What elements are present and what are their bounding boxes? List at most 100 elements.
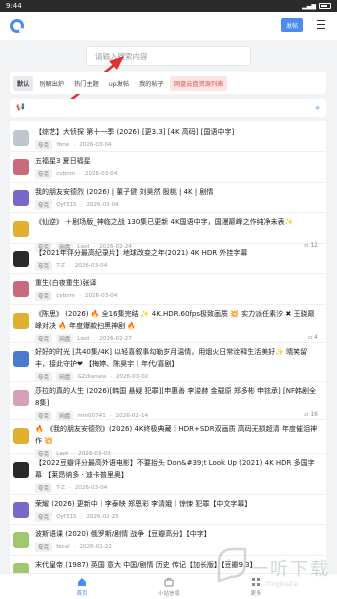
tab-new[interactable]: 别解出炉 <box>35 76 68 91</box>
post-title[interactable]: 重生(白夜重生)张译 <box>35 277 318 289</box>
post-tag[interactable]: 夸克 <box>35 261 53 271</box>
post-list: 【综艺】大侦探 第十一季 (2026) [更3.3] [4K 高码] [国语中字… <box>10 121 326 573</box>
avatar[interactable] <box>13 462 29 478</box>
notice-bar[interactable]: 📢 » <box>10 99 326 117</box>
post-author[interactable]: cvbnm <box>56 293 75 299</box>
post-title[interactable]: 五福星3 夏日福星 <box>35 155 318 167</box>
menu-icon[interactable] <box>317 20 325 29</box>
avatar[interactable] <box>13 532 29 548</box>
post-row[interactable]: 我的朋友安德烈 (2026) | 董子健 刘昊然 殷桃 | 4K | 剧情 夸克 Q… <box>10 184 326 213</box>
post-extra-tag[interactable]: 网盘 <box>56 372 74 382</box>
post-title[interactable]: 荣耀 (2026) 更新中｜李泰映 郑恩彩 李清娥｜惊悚 犯罪【中文字幕】 <box>35 498 318 510</box>
tab-default[interactable]: 默认 <box>13 75 34 91</box>
post-row[interactable]: 《仙逆》 ＋剧场版_神临之战 130集已更新 4K国语中字，国漫巅峰之作纯净未表… <box>10 214 326 252</box>
reply-count-value: 16 <box>310 411 318 418</box>
post-row[interactable]: 莎拉的真的人生 (2026)[韩国 悬疑 犯罪][申惠善 李浚赫 金载原 郑多彬… <box>10 383 326 421</box>
notice-more-icon[interactable]: » <box>315 103 320 112</box>
post-author[interactable]: cvbnm <box>56 171 75 177</box>
post-author[interactable]: Qyf315 <box>56 202 76 208</box>
post-title[interactable]: 波斯语课 (2020) 俄罗斯/剧情 战争【豆瓣高分】【中字】 <box>35 528 318 540</box>
post-button[interactable]: 发帖 <box>281 18 303 32</box>
avatar[interactable] <box>13 159 29 175</box>
avatar[interactable] <box>13 281 29 297</box>
nav-site-info[interactable]: 小站信息 <box>149 577 189 597</box>
post-meta: 夸克 Qyf315 · 2026-02-25 <box>35 512 119 522</box>
avatar[interactable] <box>13 251 29 267</box>
post-title[interactable]: 莎拉的真的人生 (2026)[韩国 悬疑 犯罪][申惠善 李浚赫 金载原 郑多彬… <box>35 385 318 409</box>
avatar[interactable] <box>13 563 29 573</box>
avatar[interactable] <box>13 390 29 406</box>
post-row[interactable]: 波斯语课 (2020) 俄罗斯/剧情 战争【豆瓣高分】【中字】 夸克 fecal · 2… <box>10 526 326 556</box>
post-author[interactable]: fecal <box>56 544 69 550</box>
post-row[interactable]: 【综艺】大侦探 第十一季 (2026) [更3.3] [4K 高码] [国语中字… <box>10 124 326 152</box>
post-row[interactable]: 重生(白夜重生)张译 夸克 cvbnm · 2026-03-04 <box>10 275 326 305</box>
post-title[interactable]: 【综艺】大侦探 第十一季 (2026) [更3.3] [4K 高码] [国语中字… <box>35 126 318 138</box>
post-author[interactable]: GZdianala <box>77 374 106 380</box>
nav-site-info-label: 小站信息 <box>157 591 180 597</box>
post-tag[interactable]: 夸克 <box>35 411 53 421</box>
comment-icon: ▫ <box>304 411 309 418</box>
post-title[interactable]: 我的朋友安德烈 (2026) | 董子健 刘昊然 殷桃 | 4K | 剧情 <box>35 186 318 198</box>
post-meta: 夸克 Qyf315 · 2026-03-04 <box>35 200 119 210</box>
post-tag[interactable]: 夸克 <box>35 372 53 382</box>
post-tag[interactable]: 夸克 <box>35 169 53 179</box>
post-row[interactable]: 【2021年评分最高纪录片】地球改变之年(2021) 4K HDR 外挂字幕 夸克… <box>10 245 326 274</box>
avatar[interactable] <box>13 428 29 444</box>
tab-my-posts[interactable]: 我的帖子 <box>135 76 168 91</box>
post-author[interactable]: T-Z <box>56 485 65 491</box>
avatar[interactable] <box>13 351 29 367</box>
post-tag[interactable]: 夸克 <box>35 200 53 210</box>
post-row[interactable]: 【2022豆瓣评分最高外语电影】不要抬头 Don&#39;t Look Up (… <box>10 455 326 495</box>
post-title[interactable]: 《陈思》 (2026) 🔥 全16集完结 ✨ 4K.HDR.60fps极致画质 … <box>35 308 318 332</box>
filter-tabs: 默认 别解出炉 热门主题 up发帖 我的帖子 网盘云盘资源列表 <box>10 72 326 94</box>
post-row[interactable]: 《陈思》 (2026) 🔥 全16集完结 ✨ 4K.HDR.60fps极致画质 … <box>10 306 326 344</box>
avatar[interactable] <box>13 221 29 237</box>
post-extra-tag[interactable]: 网盘 <box>56 411 74 421</box>
avatar[interactable] <box>13 502 29 518</box>
app-header: 发帖 <box>0 12 337 40</box>
post-tag[interactable]: 夸克 <box>35 512 53 522</box>
meta-separator: · <box>73 142 76 148</box>
post-date: 2026-03-04 <box>74 485 108 491</box>
post-row[interactable]: 好好的时光 [共40集/4K] 以轻喜叙事勾勒岁月温情，用烟火日常诠释生活美好✨… <box>10 344 326 382</box>
post-author[interactable]: Qyf315 <box>56 514 76 520</box>
tab-hot[interactable]: 热门主题 <box>70 76 103 91</box>
post-author[interactable]: Laot <box>77 336 89 342</box>
post-title[interactable]: 【2021年评分最高纪录片】地球改变之年(2021) 4K HDR 外挂字幕 <box>35 247 318 259</box>
nav-home[interactable]: 首页 <box>62 577 102 597</box>
avatar[interactable] <box>13 130 29 146</box>
post-author[interactable]: min00741 <box>77 413 105 419</box>
post-row[interactable]: 五福星3 夏日福星 夸克 cvbnm · 2026-03-04 <box>10 153 326 183</box>
post-title[interactable]: 🔥 《我的朋友安德烈》(2026) 4K终极典藏｜HDR+SDR双画质 高码无损… <box>35 423 318 447</box>
post-meta: 夸克 cvbnm · 2026-03-04 <box>35 169 117 179</box>
avatar[interactable] <box>13 313 29 329</box>
post-extra-tag[interactable]: 网盘 <box>56 334 74 344</box>
post-row[interactable]: 🔥 《我的朋友安德烈》(2026) 4K终极典藏｜HDR+SDR双画质 高码无损… <box>10 421 326 459</box>
reply-count: ▫ 16 <box>304 411 318 418</box>
post-tag[interactable]: 夸克 <box>35 334 53 344</box>
post-author[interactable]: T-Z <box>56 263 65 269</box>
post-author[interactable]: Yone <box>56 142 69 148</box>
post-title[interactable]: 末代皇帝 (1987) 英国 意大 中国/剧情 历史 传记【加长版】【豆瓣9.3… <box>35 559 318 571</box>
status-bar: 9:44 ▂▄▆ <box>0 0 337 12</box>
tab-up-posts[interactable]: up发帖 <box>105 76 133 91</box>
app-logo-icon[interactable] <box>10 19 24 33</box>
post-title[interactable]: 好好的时光 [共40集/4K] 以轻喜叙事勾勒岁月温情，用烟火日常诠释生活美好✨… <box>35 346 318 370</box>
signal-icon: ▂▄▆ <box>302 2 316 10</box>
meta-separator: · <box>109 413 112 419</box>
post-tag[interactable]: 夸克 <box>35 291 53 301</box>
post-title[interactable]: 【2022豆瓣评分最高外语电影】不要抬头 Don&#39;t Look Up (… <box>35 457 318 481</box>
search-input[interactable]: 请输入搜索内容 <box>86 46 251 66</box>
post-tag[interactable]: 夸克 <box>35 140 53 150</box>
post-tag[interactable]: 夸克 <box>35 483 53 493</box>
post-title[interactable]: 《仙逆》 ＋剧场版_神临之战 130集已更新 4K国语中字，国漫巅峰之作纯净未表… <box>35 216 318 240</box>
post-row[interactable]: 末代皇帝 (1987) 英国 意大 中国/剧情 历史 传记【加长版】【豆瓣9.3… <box>10 557 326 573</box>
post-meta: 夸克 T-Z · 2026-03-04 <box>35 261 107 271</box>
post-tag[interactable]: 夸克 <box>35 542 53 552</box>
post-date: 2026-03-02 <box>115 374 149 380</box>
home-icon <box>78 578 86 586</box>
nav-more[interactable]: 更多 <box>236 577 276 597</box>
tab-netdisk-list[interactable]: 网盘云盘资源列表 <box>169 75 228 91</box>
post-row[interactable]: 荣耀 (2026) 更新中｜李泰映 郑恩彩 李清娥｜惊悚 犯罪【中文字幕】 夸克 Q… <box>10 496 326 525</box>
avatar[interactable] <box>13 190 29 206</box>
